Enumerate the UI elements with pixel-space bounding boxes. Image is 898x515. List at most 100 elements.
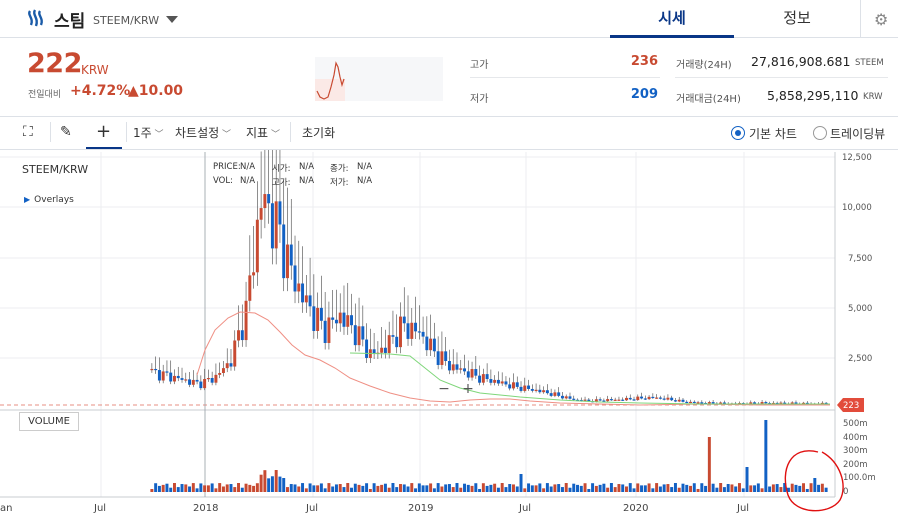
volume-bar bbox=[508, 484, 512, 492]
gear-icon[interactable]: ⚙ bbox=[874, 10, 888, 29]
volume-bar bbox=[515, 486, 519, 492]
candle bbox=[270, 203, 274, 249]
candle bbox=[485, 374, 489, 380]
info-value: N/A bbox=[299, 176, 315, 186]
candle bbox=[685, 401, 689, 404]
fullscreen-icon[interactable]: ⛶ bbox=[23, 124, 33, 140]
volume-bar bbox=[662, 484, 666, 492]
volume-bar bbox=[741, 488, 745, 492]
candle bbox=[621, 399, 625, 401]
volume-bar bbox=[414, 488, 418, 492]
candle bbox=[312, 306, 316, 331]
change-percent: +4.72% bbox=[70, 83, 131, 99]
chart-settings-menu[interactable]: 차트설정 ﹀ bbox=[175, 124, 231, 141]
volume-button[interactable]: VOLUME bbox=[19, 412, 79, 431]
volume-bar bbox=[203, 485, 207, 492]
tradingview-radio[interactable] bbox=[813, 126, 827, 140]
amount-unit: KRW bbox=[863, 92, 883, 102]
volume-bar bbox=[749, 485, 753, 492]
change-amount: ▲10.00 bbox=[128, 83, 184, 99]
amount-label: 거래대금(24H) bbox=[676, 94, 741, 105]
volume-bar bbox=[357, 484, 361, 492]
interval-select[interactable]: 1주 ﹀ bbox=[133, 124, 164, 141]
candle bbox=[402, 316, 406, 324]
candle bbox=[372, 349, 376, 354]
volume-bar bbox=[734, 486, 738, 492]
steem-logo-icon bbox=[28, 9, 43, 27]
volume-bar bbox=[154, 483, 158, 492]
candle bbox=[515, 382, 519, 387]
volume-bar bbox=[481, 483, 485, 492]
candle bbox=[474, 369, 478, 376]
crosshair-icon[interactable]: + bbox=[96, 121, 111, 142]
candle bbox=[188, 379, 192, 385]
candle bbox=[286, 244, 289, 279]
volume-bar bbox=[455, 483, 459, 492]
candle bbox=[410, 322, 414, 339]
vol-tick: 100.0m bbox=[843, 473, 876, 483]
candle bbox=[444, 351, 448, 362]
candle bbox=[493, 379, 497, 383]
volume-bar bbox=[636, 483, 640, 492]
price-tag-value: 223 bbox=[843, 401, 859, 411]
volume-bar bbox=[677, 487, 681, 492]
candle bbox=[391, 335, 395, 337]
candle bbox=[636, 396, 640, 401]
candle bbox=[301, 283, 305, 303]
volume-bar bbox=[715, 487, 719, 492]
volume-bar bbox=[368, 488, 372, 492]
volume-bar bbox=[496, 487, 500, 492]
volume-bar bbox=[500, 483, 504, 492]
candle bbox=[692, 401, 696, 404]
candle bbox=[689, 401, 692, 404]
basic-chart-radio[interactable] bbox=[731, 126, 745, 140]
volume-bar bbox=[380, 484, 384, 492]
volume-bar bbox=[252, 485, 256, 492]
basic-chart-label[interactable]: 기본 차트 bbox=[749, 125, 797, 142]
volume-bar bbox=[485, 485, 489, 492]
reset-button[interactable]: 초기화 bbox=[302, 124, 335, 141]
volume-bar bbox=[425, 485, 429, 492]
vol-tick: 200m bbox=[843, 460, 868, 470]
candle bbox=[625, 397, 628, 401]
zoom-out-button[interactable]: − bbox=[434, 382, 454, 398]
volume-label: 거래량(24H) bbox=[676, 60, 732, 71]
candle bbox=[289, 244, 293, 266]
indicators-menu[interactable]: 지표 ﹀ bbox=[246, 124, 280, 141]
volume-bar bbox=[361, 485, 365, 492]
active-indicator bbox=[86, 147, 122, 149]
info-label: PRICE: bbox=[213, 162, 241, 172]
volume-bar bbox=[365, 483, 369, 492]
volume-bar bbox=[451, 487, 455, 492]
candle bbox=[436, 351, 440, 365]
candle bbox=[542, 390, 546, 393]
volume-bar bbox=[790, 483, 794, 492]
zoom-in-button[interactable]: + bbox=[458, 382, 478, 398]
candle bbox=[421, 331, 425, 337]
volume-bar bbox=[244, 483, 248, 492]
tab-info[interactable]: 정보 bbox=[735, 0, 859, 38]
candle bbox=[613, 399, 617, 401]
candle bbox=[496, 379, 500, 384]
candle bbox=[248, 275, 252, 301]
chevron-down-icon[interactable] bbox=[166, 16, 178, 23]
x-tick: Jan bbox=[0, 503, 12, 514]
tab-quote[interactable]: 시세 bbox=[610, 0, 734, 38]
candle bbox=[176, 375, 180, 379]
volume-bar bbox=[474, 483, 478, 492]
volume-bar bbox=[753, 485, 757, 492]
candle bbox=[568, 396, 572, 399]
tradingview-label[interactable]: 트레이딩뷰 bbox=[830, 125, 885, 142]
volume-bar bbox=[286, 487, 289, 492]
price-chart[interactable]: 12,500 10,000 7,500 5,000 2,500 500m 400… bbox=[0, 150, 898, 515]
overlays-toggle[interactable]: ▶ Overlays bbox=[24, 195, 74, 205]
divider bbox=[675, 77, 888, 78]
candle bbox=[293, 265, 297, 292]
volume-bar bbox=[301, 483, 305, 492]
volume-bar bbox=[670, 487, 674, 492]
volume-bar bbox=[157, 485, 161, 492]
chart-symbol: STEEM/KRW bbox=[22, 163, 89, 176]
volume-bar bbox=[775, 484, 779, 492]
volume-bar bbox=[493, 483, 497, 492]
pencil-icon[interactable]: ✎ bbox=[60, 124, 72, 140]
